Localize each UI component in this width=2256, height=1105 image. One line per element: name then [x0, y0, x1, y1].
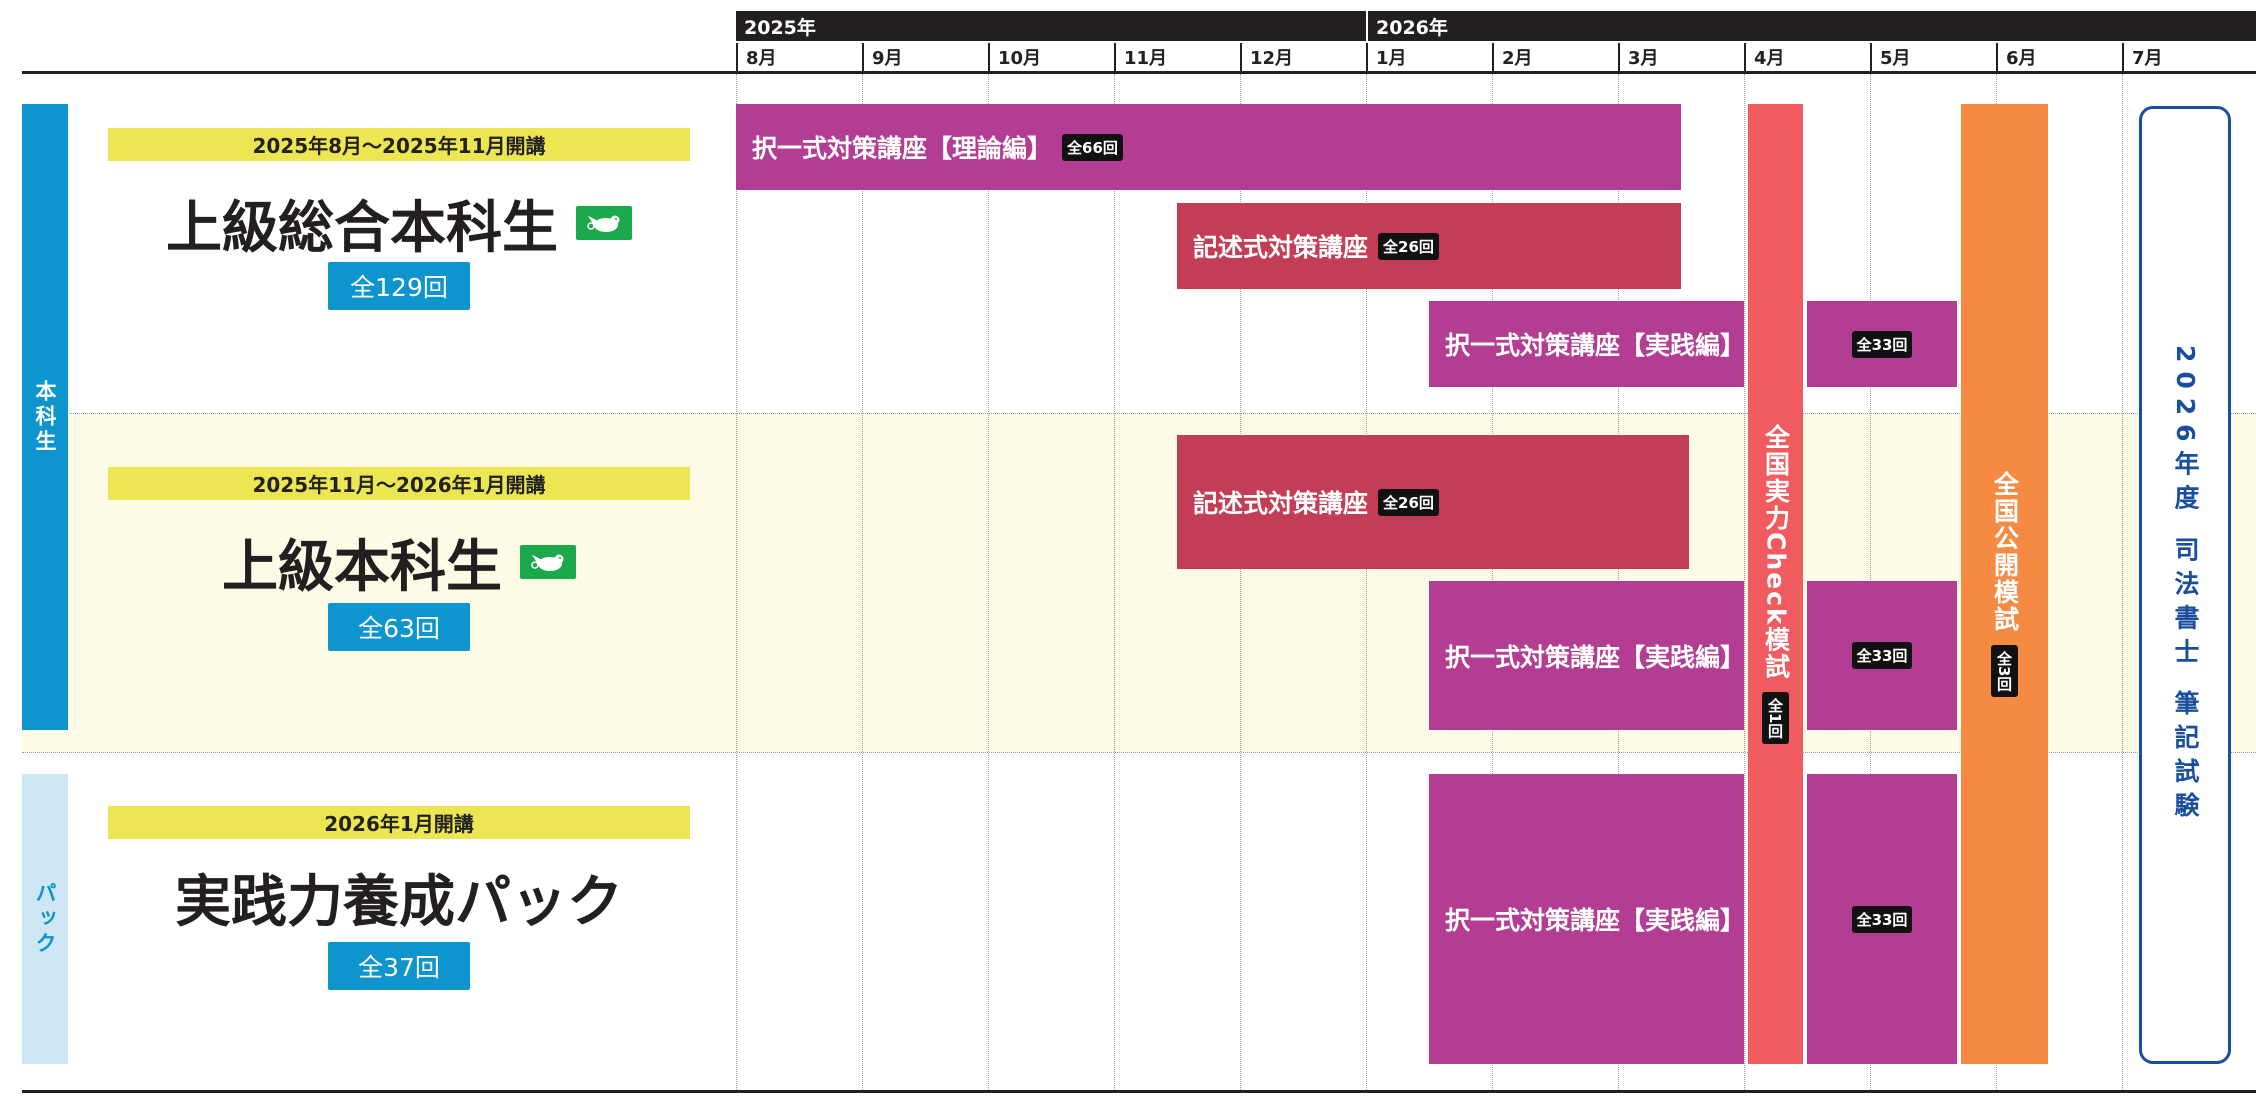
exam-box: 2026年度 司法書士 筆記試験	[2139, 106, 2231, 1064]
gridline	[1744, 74, 1745, 1090]
bar-label: 記述式対策講座	[1193, 233, 1369, 262]
bar-theory: 択一式対策講座【理論編】 全66回	[736, 104, 1681, 190]
side-tab-pack: パック	[22, 774, 68, 1064]
month-label: 5月	[1870, 43, 1996, 71]
bar-practice-continued: 全33回	[1807, 301, 1957, 387]
course-title: 上級総合本科生	[166, 195, 558, 261]
course-title-row: 上級本科生	[108, 527, 690, 600]
month-label: 10月	[988, 43, 1114, 71]
course-period-badge: 2025年8月～2025年11月開講	[108, 128, 690, 161]
gridline	[736, 74, 737, 1090]
gridline	[1114, 74, 1115, 1090]
bar-practice: 択一式対策講座【実践編】	[1429, 774, 1746, 1064]
session-count-pill: 全3回	[1991, 644, 2018, 698]
bar-written: 記述式対策講座 全26回	[1177, 435, 1689, 569]
bar-label: 択一式対策講座【理論編】	[752, 134, 1053, 163]
row-divider-1	[22, 413, 2256, 414]
bird-icon	[520, 545, 576, 579]
session-count-pill: 全33回	[1851, 905, 1913, 933]
month-label: 7月	[2122, 43, 2256, 71]
course-count-badge: 全63回	[328, 603, 470, 651]
year-bar-2026: 2026年	[1366, 11, 2256, 41]
month-label: 2月	[1492, 43, 1618, 71]
gridline	[988, 74, 989, 1090]
session-count-pill: 全26回	[1378, 488, 1439, 516]
bar-label: 記述式対策講座	[1193, 489, 1369, 518]
course-title-row: 上級総合本科生	[108, 188, 690, 261]
gridline	[862, 74, 863, 1090]
row-divider-2	[22, 752, 2256, 753]
session-count-pill: 全1回	[1762, 692, 1789, 745]
course-count-badge: 全129回	[328, 262, 470, 310]
year-bar-2025: 2025年	[736, 11, 1366, 41]
bar-national-open-exam: 全国公開模試 全3回	[1961, 104, 2048, 1064]
month-label: 9月	[862, 43, 988, 71]
course-title-row: 実践力養成パック	[108, 862, 690, 935]
year-label: 2025年	[744, 16, 816, 39]
course-count-badge: 全37回	[328, 942, 470, 990]
month-label: 8月	[736, 43, 862, 71]
month-label: 1月	[1366, 43, 1492, 71]
footer-rule	[22, 1090, 2256, 1093]
month-label: 4月	[1744, 43, 1870, 71]
side-tab-pack-label: パック	[33, 881, 57, 957]
session-count-pill: 全33回	[1851, 642, 1913, 669]
course-period-badge: 2025年11月～2026年1月開講	[108, 467, 690, 500]
month-label: 3月	[1618, 43, 1744, 71]
gridline	[2122, 74, 2123, 1090]
header-rule	[22, 71, 2256, 74]
session-count-pill: 全33回	[1851, 330, 1913, 358]
exam-label: 2026年度 司法書士 筆記試験	[2171, 344, 2200, 826]
side-tab-main: 本科生	[22, 104, 68, 730]
month-label: 12月	[1240, 43, 1366, 71]
bar-written: 記述式対策講座 全26回	[1177, 203, 1681, 289]
bar-label: 全国公開模試	[1990, 470, 2020, 633]
bar-label: 択一式対策講座【実践編】	[1445, 642, 1746, 672]
session-count-pill: 全26回	[1378, 232, 1439, 260]
bar-practice: 択一式対策講座【実践編】	[1429, 581, 1746, 730]
course-title: 実践力養成パック	[175, 869, 623, 935]
month-label: 11月	[1114, 43, 1240, 71]
bar-label: 全国実力Check模試	[1761, 423, 1791, 681]
bird-icon	[576, 206, 632, 240]
bar-practice-continued: 全33回	[1807, 774, 1957, 1064]
bar-label: 択一式対策講座【実践編】	[1445, 906, 1746, 935]
bar-practice-continued: 全33回	[1807, 581, 1957, 730]
year-label: 2026年	[1376, 16, 1448, 39]
session-count-pill: 全66回	[1062, 133, 1123, 161]
bar-practice: 択一式対策講座【実践編】	[1429, 301, 1746, 387]
course-title: 上級本科生	[222, 534, 502, 600]
month-label: 6月	[1996, 43, 2122, 71]
bar-national-check-exam: 全国実力Check模試 全1回	[1748, 104, 1803, 1064]
bar-label: 択一式対策講座【実践編】	[1445, 331, 1746, 360]
side-tab-main-label: 本科生	[33, 379, 57, 455]
course-period-badge: 2026年1月開講	[108, 806, 690, 839]
